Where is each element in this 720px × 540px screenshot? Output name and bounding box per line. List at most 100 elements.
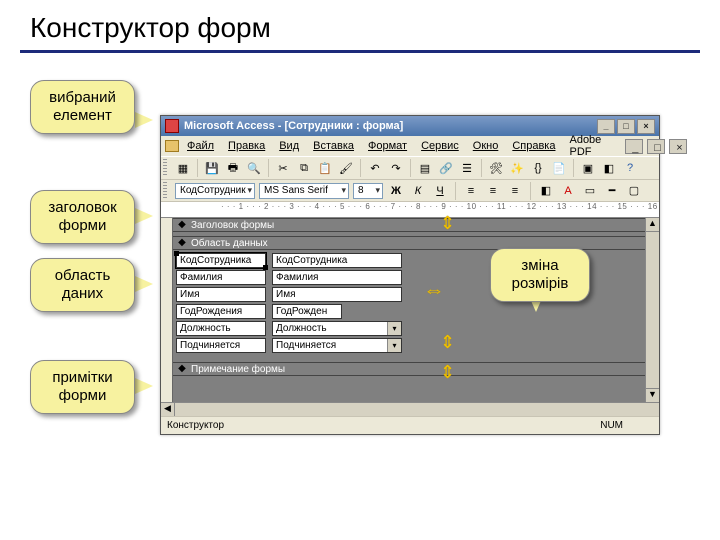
- field-textbox[interactable]: ГодРожден: [272, 304, 342, 319]
- field-textbox[interactable]: КодСотрудника: [272, 253, 402, 268]
- resize-arrow-vertical-icon: ⇕: [440, 332, 455, 353]
- db-window-button[interactable]: ▣: [579, 159, 597, 177]
- chevron-down-icon[interactable]: ▾: [387, 322, 401, 335]
- horizontal-scrollbar[interactable]: ◀: [161, 402, 659, 416]
- autoformat-button[interactable]: ✨: [508, 159, 526, 177]
- section-footer-bar[interactable]: ◆ Примечание формы: [173, 362, 659, 376]
- callout-form-header: заголовокформи: [30, 190, 135, 244]
- code-button[interactable]: {}: [529, 159, 547, 177]
- toolbar-grip[interactable]: [163, 159, 167, 177]
- italic-button[interactable]: К: [409, 182, 427, 200]
- align-center-button[interactable]: ≡: [484, 182, 502, 200]
- section-marker-icon: ◆: [177, 238, 187, 248]
- toolbar-grip[interactable]: [163, 182, 167, 200]
- cut-button[interactable]: ✂: [274, 159, 292, 177]
- preview-button[interactable]: 🔍: [245, 159, 263, 177]
- section-detail-bar[interactable]: ◆ Область данных: [173, 236, 659, 250]
- scroll-up-icon[interactable]: ▲: [646, 218, 659, 232]
- view-button[interactable]: ▦: [174, 159, 192, 177]
- hyperlink-button[interactable]: 🔗: [437, 159, 455, 177]
- toolbox-button[interactable]: 🛠: [487, 159, 505, 177]
- chevron-down-icon[interactable]: ▾: [387, 339, 401, 352]
- scroll-down-icon[interactable]: ▼: [646, 388, 659, 402]
- scroll-left-icon[interactable]: ◀: [161, 403, 175, 416]
- section-footer-label: Примечание формы: [191, 364, 285, 375]
- menu-insert[interactable]: Вставка: [307, 138, 360, 154]
- title-underline: [20, 50, 700, 53]
- new-object-button[interactable]: ◧: [600, 159, 618, 177]
- menu-format[interactable]: Формат: [362, 138, 413, 154]
- format-toolbar: КодСотрудник MS Sans Serif 8 Ж К Ч ≡ ≡ ≡…: [161, 180, 659, 202]
- standard-toolbar: ▦ 💾 🖶 🔍 ✂ ⧉ 📋 🖌 ↶ ↷ ▤ 🔗 ☰ 🛠 ✨ {} 📄 ▣ ◧ ?: [161, 156, 659, 180]
- menubar: Файл Правка Вид Вставка Формат Сервис Ок…: [161, 136, 659, 156]
- help-button[interactable]: ?: [621, 159, 639, 177]
- undo-button[interactable]: ↶: [366, 159, 384, 177]
- inner-minimize-button[interactable]: _: [625, 139, 643, 154]
- menu-window[interactable]: Окно: [467, 138, 505, 154]
- insert-button[interactable]: ▤: [416, 159, 434, 177]
- underline-button[interactable]: Ч: [431, 182, 449, 200]
- callout-tail: [135, 378, 153, 394]
- field-label[interactable]: ГодРождения: [176, 304, 266, 319]
- field-combobox[interactable]: Должность▾: [272, 321, 402, 336]
- specialeffect-button[interactable]: ▢: [625, 182, 643, 200]
- field-textbox[interactable]: Фамилия: [272, 270, 402, 285]
- properties-button[interactable]: 📄: [550, 159, 568, 177]
- align-right-button[interactable]: ≡: [506, 182, 524, 200]
- field-list-button[interactable]: ☰: [458, 159, 476, 177]
- callout-form-notes: приміткиформи: [30, 360, 135, 414]
- field-textbox[interactable]: Имя: [272, 287, 402, 302]
- app-icon: [165, 119, 179, 133]
- status-mode: Конструктор: [167, 420, 224, 431]
- inner-maximize-button[interactable]: □: [647, 139, 665, 154]
- field-label[interactable]: Фамилия: [176, 270, 266, 285]
- maximize-button[interactable]: □: [617, 119, 635, 134]
- page-title: Конструктор форм: [0, 0, 720, 50]
- format-painter-button[interactable]: 🖌: [337, 159, 355, 177]
- lineweight-button[interactable]: ━: [603, 182, 621, 200]
- menu-service[interactable]: Сервис: [415, 138, 465, 154]
- close-button[interactable]: ×: [637, 119, 655, 134]
- section-form-header-bar[interactable]: ◆ Заголовок формы: [173, 218, 659, 232]
- window-title: Microsoft Access - [Сотрудники : форма]: [184, 120, 403, 132]
- menu-file[interactable]: Файл: [181, 138, 220, 154]
- fontcolor-button[interactable]: A: [559, 182, 577, 200]
- field-label[interactable]: Имя: [176, 287, 266, 302]
- save-button[interactable]: 💾: [203, 159, 221, 177]
- fontsize-combo[interactable]: 8: [353, 183, 383, 199]
- field-label[interactable]: КодСотрудника: [176, 253, 266, 268]
- menu-view[interactable]: Вид: [273, 138, 305, 154]
- section-detail-label: Область данных: [191, 238, 268, 249]
- vertical-scrollbar[interactable]: ▲ ▼: [645, 218, 659, 402]
- doc-icon: [165, 140, 179, 152]
- form-footer-area[interactable]: [173, 376, 659, 390]
- status-num: NUM: [600, 420, 623, 431]
- resize-arrow-horizontal-icon: ⇔: [423, 280, 445, 301]
- callout-data-area: областьданих: [30, 258, 135, 312]
- object-combo[interactable]: КодСотрудник: [175, 183, 255, 199]
- callout-tail: [135, 208, 153, 224]
- resize-arrow-vertical-icon: ⇕: [440, 213, 455, 234]
- statusbar: Конструктор NUM: [161, 416, 659, 434]
- fillcolor-button[interactable]: ◧: [537, 182, 555, 200]
- field-combobox[interactable]: Подчиняется▾: [272, 338, 402, 353]
- menu-edit[interactable]: Правка: [222, 138, 271, 154]
- align-left-button[interactable]: ≡: [462, 182, 480, 200]
- ruler[interactable]: · · · 1 · · · 2 · · · 3 · · · 4 · · · 5 …: [161, 202, 659, 218]
- copy-button[interactable]: ⧉: [295, 159, 313, 177]
- field-label[interactable]: Должность: [176, 321, 266, 336]
- callout-tail: [135, 112, 153, 128]
- paste-button[interactable]: 📋: [316, 159, 334, 177]
- field-label[interactable]: Подчиняется: [176, 338, 266, 353]
- menu-help[interactable]: Справка: [506, 138, 561, 154]
- callout-selected-element: вибранийелемент: [30, 80, 135, 134]
- inner-close-button[interactable]: ×: [669, 139, 687, 154]
- font-combo[interactable]: MS Sans Serif: [259, 183, 349, 199]
- vertical-ruler[interactable]: [161, 218, 173, 416]
- linecolor-button[interactable]: ▭: [581, 182, 599, 200]
- print-button[interactable]: 🖶: [224, 159, 242, 177]
- section-marker-icon: ◆: [177, 220, 187, 230]
- bold-button[interactable]: Ж: [387, 182, 405, 200]
- form-designer[interactable]: ◆ Заголовок формы ◆ Область данных КодСо…: [161, 218, 659, 416]
- redo-button[interactable]: ↷: [387, 159, 405, 177]
